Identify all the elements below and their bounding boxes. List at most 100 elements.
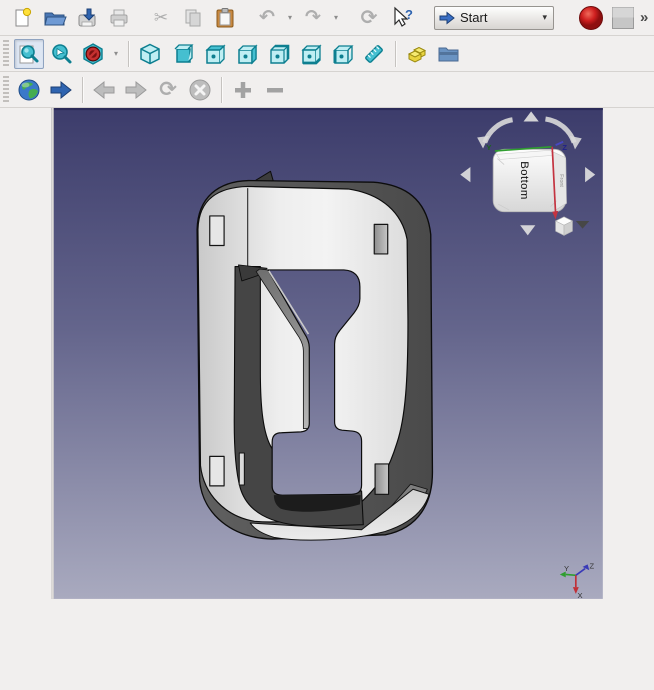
macro-record-button[interactable] [576,3,606,33]
open-part-library-button[interactable] [434,39,464,69]
toolbar-web: ⟳ [0,72,654,108]
save-icon [76,7,98,29]
undo-button[interactable]: ↶ [252,3,282,33]
navcube-mini-cube[interactable] [556,217,573,236]
print-button[interactable] [104,3,134,33]
help-cursor-icon: ? [389,6,413,30]
separator [82,77,83,103]
view-left-button[interactable] [327,39,357,69]
record-icon [578,5,604,31]
model-slot-top-right [374,224,387,254]
undo-icon: ↶ [259,8,275,27]
new-document-icon [12,7,34,29]
cut-button[interactable]: ✂ [146,3,176,33]
draw-style-icon [81,42,105,66]
caret-down-icon: ▾ [114,49,118,58]
redo-icon: ↷ [305,8,321,27]
workbench-selector[interactable]: Start ▾ [434,6,554,30]
forward-button[interactable] [121,75,151,105]
back-arrow-icon [92,80,116,100]
navcube-z-label: Z [562,143,567,152]
browser-home-button[interactable] [14,75,44,105]
draw-style-button[interactable] [78,39,108,69]
reload-icon: ⟳ [159,79,177,100]
navcube-face-label[interactable]: Bottom [518,161,530,200]
go-arrow-icon [49,80,73,100]
reload-button[interactable]: ⟳ [153,75,183,105]
zoom-in-button[interactable] [228,75,258,105]
stop-square-icon [611,6,635,30]
plus-icon [232,79,254,101]
part-workbench-button[interactable] [402,39,432,69]
stop-icon [188,78,212,102]
redo-history-dropdown[interactable]: ▾ [330,4,342,32]
front-cube-icon [170,42,194,66]
viewport-left-border [51,108,54,599]
caret-down-icon: ▾ [288,13,292,22]
print-icon [108,7,130,29]
refresh-icon: ⟳ [361,8,378,28]
globe-icon [17,78,41,102]
separator [128,41,129,67]
toolbar-grip[interactable] [3,76,9,104]
macro-stop-button[interactable] [608,3,638,33]
right-cube-icon [234,42,258,66]
draw-style-dropdown[interactable]: ▾ [110,40,122,68]
triad-y-label: Y [564,564,569,573]
view-right-button[interactable] [231,39,261,69]
navcube-side-face-label[interactable]: Front [558,174,564,187]
view-isometric-button[interactable] [135,39,165,69]
separator [395,41,396,67]
left-cube-icon [330,42,354,66]
navcube-y-label: Y [486,143,491,152]
3d-scene[interactable]: Y Z Bottom Front [0,108,654,690]
freecad-window: ✂ ↶ ▾ ↷ ▾ ⟳ [0,0,654,690]
caret-down-icon: ▾ [334,13,338,22]
part-workbench-icon [405,42,429,66]
view-front-button[interactable] [167,39,197,69]
whats-this-button[interactable]: ? [386,3,416,33]
copy-icon [182,7,204,29]
help-question-glyph: ? [405,7,413,22]
fit-selection-button[interactable] [46,39,76,69]
paste-icon [214,7,236,29]
view-top-button[interactable] [199,39,229,69]
model-slot-narrow [239,453,244,485]
scissors-icon: ✂ [154,9,168,26]
workbench-selected-label: Start [460,10,537,25]
axonometric-cube-icon [138,42,162,66]
toolbar-view: ▾ [0,36,654,72]
rear-cube-icon [266,42,290,66]
toolbar-standard: ✂ ↶ ▾ ↷ ▾ ⟳ [0,0,654,36]
cad-model[interactable] [197,171,432,540]
new-document-button[interactable] [8,3,38,33]
measure-button[interactable] [359,39,389,69]
top-cube-icon [202,42,226,66]
paste-button[interactable] [210,3,240,33]
workbench-arrow-icon [439,11,455,25]
save-document-button[interactable] [72,3,102,33]
open-document-button[interactable] [40,3,70,33]
minus-icon [264,79,286,101]
toolbar-grip[interactable] [3,40,9,68]
copy-button[interactable] [178,3,208,33]
part-library-folder-icon [437,43,461,65]
triad-z-label: Z [590,562,595,571]
toolbar-overflow-chevron[interactable]: » [640,9,648,26]
forward-arrow-icon [124,80,148,100]
back-button[interactable] [89,75,119,105]
triad-x-label: X [578,591,583,600]
zoom-out-button[interactable] [260,75,290,105]
ruler-icon [362,42,386,66]
3d-viewport[interactable]: Y Z Bottom Front [0,108,654,690]
stop-loading-button[interactable] [185,75,215,105]
view-bottom-button[interactable] [295,39,325,69]
viewport-top-border [51,108,603,110]
view-rear-button[interactable] [263,39,293,69]
redo-button[interactable]: ↷ [298,3,328,33]
refresh-button[interactable]: ⟳ [354,3,384,33]
undo-history-dropdown[interactable]: ▾ [284,4,296,32]
open-website-button[interactable] [46,75,76,105]
fit-all-button[interactable] [14,39,44,69]
model-slot-bottom-right [375,464,388,494]
